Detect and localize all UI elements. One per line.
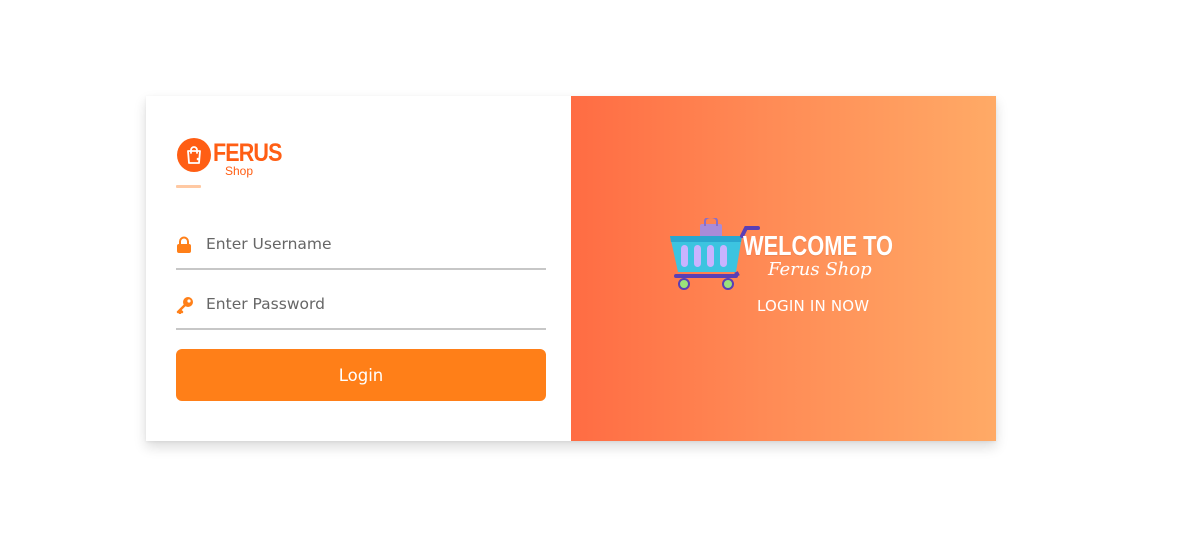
brand-logo: FERUS Shop <box>177 138 297 178</box>
welcome-panel: WELCOME TO Ferus Shop LOGIN IN NOW <box>571 96 996 441</box>
password-input[interactable] <box>206 292 536 316</box>
logo-divider <box>176 185 201 188</box>
login-card: FERUS Shop Login <box>146 96 996 441</box>
password-field <box>176 284 546 330</box>
welcome-heading: WELCOME TO <box>743 230 894 261</box>
login-button[interactable]: Login <box>176 349 546 401</box>
shopping-bag-icon <box>177 138 211 172</box>
username-field <box>176 224 546 270</box>
key-icon <box>176 296 193 315</box>
lock-icon <box>176 236 192 254</box>
brand-subtitle: Shop <box>225 164 254 178</box>
login-form-panel: FERUS Shop Login <box>146 96 571 441</box>
username-input[interactable] <box>206 232 536 256</box>
welcome-brand-script: Ferus Shop <box>768 259 872 280</box>
login-now-text: LOGIN IN NOW <box>757 297 870 315</box>
